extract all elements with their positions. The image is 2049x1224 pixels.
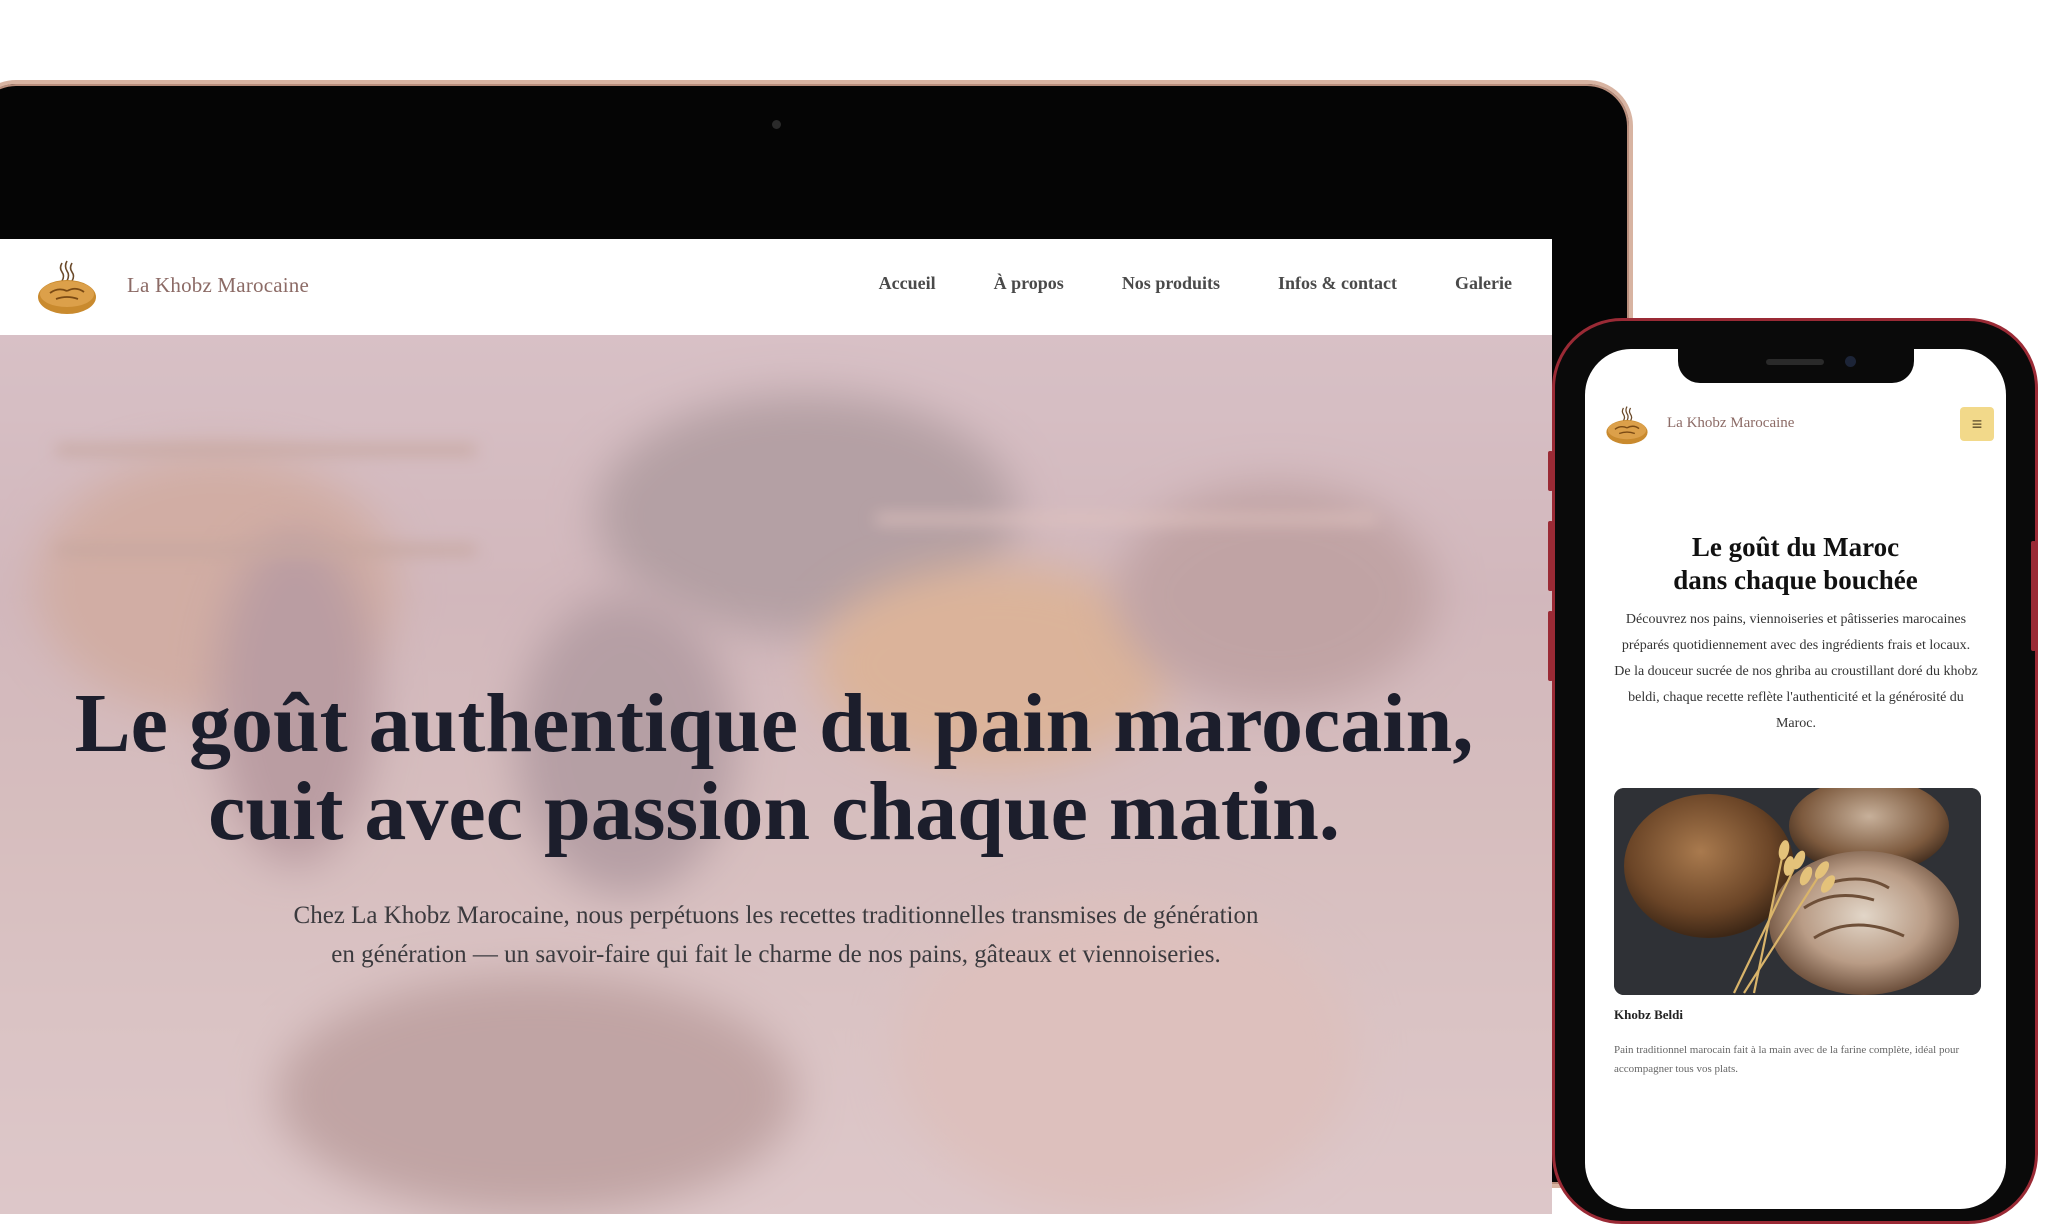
hero-title-line-2: cuit avec passion chaque matin. xyxy=(208,765,1340,858)
hero-subtitle-line-2: en génération — un savoir-faire qui fait… xyxy=(331,941,1221,968)
bread-logo-icon[interactable] xyxy=(1605,403,1649,447)
notch-camera xyxy=(1845,356,1856,367)
laptop-camera xyxy=(772,120,781,129)
mobile-hero-description: Découvrez nos pains, viennoiseries et pâ… xyxy=(1614,612,1978,731)
mobile-site: La Khobz Marocaine ≡ Le goût du Maroc da… xyxy=(1585,349,2006,1209)
phone-side-button xyxy=(1548,451,1553,491)
nav-accueil[interactable]: Accueil xyxy=(879,273,936,294)
product-image-khobz-beldi[interactable] xyxy=(1614,788,1981,995)
product-description: Pain traditionnel marocain fait à la mai… xyxy=(1614,1044,1960,1075)
hero-section: Le goût authentique du pain marocain, cu… xyxy=(0,335,1552,1214)
phone-side-button xyxy=(1548,611,1553,681)
mobile-brand-name[interactable]: La Khobz Marocaine xyxy=(1667,415,1794,432)
bread-logo-icon[interactable] xyxy=(36,257,98,317)
phone-side-button xyxy=(1548,521,1553,591)
mobile-hero-title: Le goût du Maroc dans chaque bouchée xyxy=(1585,531,2006,597)
nav-infos-contact[interactable]: Infos & contact xyxy=(1278,273,1397,294)
hero-title: Le goût authentique du pain marocain, cu… xyxy=(0,680,1552,856)
phone-device: La Khobz Marocaine ≡ Le goût du Maroc da… xyxy=(1548,318,2038,1224)
hero-title-line-1: Le goût authentique du pain marocain, xyxy=(74,677,1474,770)
desktop-site: La Khobz Marocaine Accueil À propos Nos … xyxy=(0,239,1552,1214)
laptop-device: La Khobz Marocaine Accueil À propos Nos … xyxy=(0,80,1633,1214)
nav-a-propos[interactable]: À propos xyxy=(994,273,1064,294)
desktop-nav: Accueil À propos Nos produits Infos & co… xyxy=(879,273,1512,294)
nav-galerie[interactable]: Galerie xyxy=(1455,273,1512,294)
hero-subtitle: Chez La Khobz Marocaine, nous perpétuons… xyxy=(226,896,1326,974)
desktop-header: La Khobz Marocaine Accueil À propos Nos … xyxy=(0,239,1552,335)
phone-side-button xyxy=(2031,541,2036,651)
hero-subtitle-line-1: Chez La Khobz Marocaine, nous perpétuons… xyxy=(293,902,1259,929)
mobile-title-line-1: Le goût du Maroc xyxy=(1691,532,1900,562)
product-name: Khobz Beldi xyxy=(1614,1007,1683,1022)
bread-photo xyxy=(1614,788,1981,995)
notch-speaker xyxy=(1766,359,1824,365)
mobile-title-line-2: dans chaque bouchée xyxy=(1673,565,1918,595)
desktop-brand-name[interactable]: La Khobz Marocaine xyxy=(127,273,309,298)
phone-notch xyxy=(1678,349,1914,383)
nav-nos-produits[interactable]: Nos produits xyxy=(1122,273,1220,294)
hamburger-menu-icon[interactable]: ≡ xyxy=(1960,407,1994,441)
